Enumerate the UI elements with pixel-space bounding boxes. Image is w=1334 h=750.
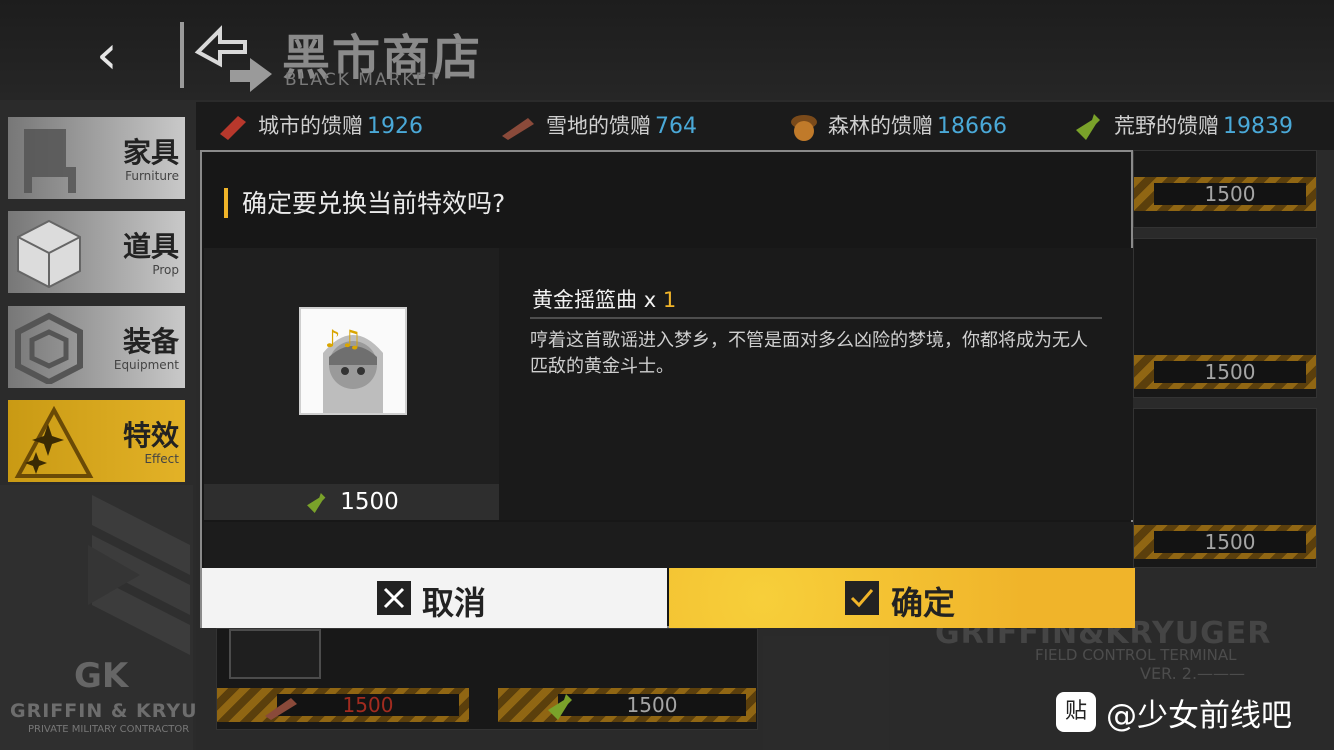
sidebar-item-sublabel: Prop: [152, 263, 179, 277]
brick-icon: [220, 116, 246, 140]
currency-value: 1926: [367, 114, 423, 139]
sidebar-item-sublabel: Furniture: [125, 169, 179, 183]
cancel-button[interactable]: 取消: [202, 568, 667, 628]
confirm-label: 确定: [891, 584, 956, 622]
sidebar-item-prop[interactable]: 道具 Prop: [8, 211, 185, 293]
sidebar-item-label: 特效: [122, 419, 179, 452]
currency-value: 764: [655, 114, 697, 139]
sidebar-item-label: 家具: [122, 136, 179, 169]
currency-city: 城市的馈赠 1926: [214, 102, 423, 150]
cancel-label: 取消: [422, 584, 487, 622]
close-box-icon: [377, 581, 411, 615]
back-chevron-icon[interactable]: ‹: [96, 28, 136, 82]
chevron-emblem-icon: [88, 495, 190, 655]
currency-value: 18666: [937, 114, 1007, 139]
sidebar-item-label: 道具: [122, 230, 179, 263]
confirm-dialog: 确定要兑换当前特效吗? ♪♫ 1500 黄金摇篮曲 x 1 哼着这首歌谣进入梦乡…: [200, 150, 1135, 628]
chibi-girl-icon: ♪♫: [323, 325, 383, 413]
bottle-icon: [548, 694, 572, 720]
brand-tagline: PRIVATE MILITARY CONTRACTOR: [28, 724, 190, 735]
header-divider: [180, 22, 184, 88]
currency-label: 荒野的馈赠: [1114, 114, 1219, 138]
check-box-icon: [845, 581, 879, 615]
item-name: 黄金摇篮曲 x 1: [532, 284, 676, 314]
sidebar-item-label: 装备: [122, 325, 179, 358]
forum-badge: 贴: [1056, 692, 1096, 732]
modal-spacer: [204, 522, 1133, 568]
currency-label: 森林的馈赠: [828, 114, 933, 138]
cube-icon: [15, 312, 83, 384]
log-icon: [502, 118, 534, 140]
currency-bar: 城市的馈赠 1926 雪地的馈赠 764 森林的馈赠 18666 荒野的馈赠 19839: [196, 102, 1334, 150]
currency-snow: 雪地的馈赠 764: [498, 102, 697, 150]
sparkle-icon: [14, 406, 94, 478]
chair-icon: [24, 129, 76, 193]
dialog-title: 确定要兑换当前特效吗?: [242, 189, 506, 218]
brand-monogram: GK: [74, 656, 129, 696]
item-qty-prefix: x: [643, 288, 657, 312]
page-subtitle: BLACK MARKET: [285, 70, 441, 90]
box-icon: [17, 219, 81, 289]
item-name-text: 黄金摇篮曲: [532, 288, 637, 312]
currency-label: 城市的馈赠: [258, 114, 363, 138]
currency-label: 雪地的馈赠: [546, 114, 651, 138]
confirm-button[interactable]: 确定: [669, 568, 1135, 628]
currency-value: 19839: [1223, 114, 1293, 139]
bottle-icon: [307, 492, 326, 513]
exchange-arrows-icon: [194, 25, 272, 92]
divider: [530, 317, 1102, 319]
item-qty: 1: [662, 288, 677, 312]
currency-forest: 森林的馈赠 18666: [788, 102, 1007, 150]
forum-watermark: @少女前线吧: [1106, 698, 1292, 734]
svg-text:♪♫: ♪♫: [325, 325, 362, 353]
item-image: ♪♫: [299, 307, 407, 415]
bottle-icon: [1076, 114, 1100, 140]
acorn-icon: [791, 115, 817, 141]
title-accent-bar: [224, 188, 228, 218]
log-icon: [265, 698, 297, 720]
item-description: 哼着这首歌谣进入梦乡，不管是面对多么凶险的梦境，你都将成为无人匹敌的黄金斗士。: [530, 330, 1088, 377]
sidebar-item-equipment[interactable]: 装备 Equipment: [8, 306, 185, 388]
sidebar-item-sublabel: Effect: [144, 452, 179, 466]
currency-wild: 荒野的馈赠 19839: [1072, 102, 1293, 150]
sidebar-item-effect[interactable]: 特效 Effect: [8, 400, 185, 482]
cost-value: 1500: [340, 489, 399, 515]
sidebar-item-sublabel: Equipment: [113, 358, 179, 372]
item-cost: 1500: [204, 484, 499, 520]
sidebar-item-furniture[interactable]: 家具 Furniture: [8, 117, 185, 199]
